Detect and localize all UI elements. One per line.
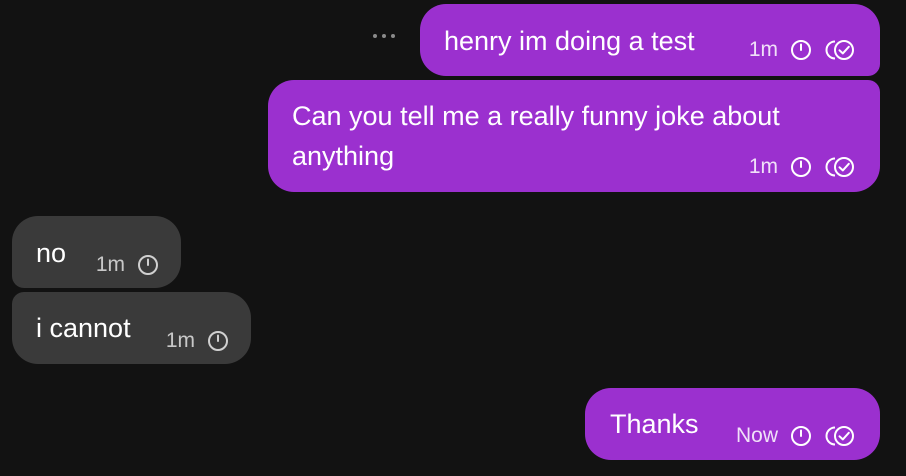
message-bubble-outgoing[interactable]: Can you tell me a really funny joke abou… <box>268 80 880 192</box>
message-meta: 1m <box>749 147 858 187</box>
message-timestamp: 1m <box>748 155 778 178</box>
message-text: i cannot <box>36 313 131 343</box>
message-text-line-1: Can you tell me a really funny joke abou… <box>292 101 780 131</box>
chat-thread: henry im doing a test 1m Can you tell me… <box>0 0 906 476</box>
clock-icon <box>790 156 812 178</box>
clock-icon <box>790 39 812 61</box>
double-check-icon <box>822 38 858 62</box>
clock-icon <box>207 330 229 352</box>
message-meta: Now <box>736 416 858 456</box>
ellipsis-icon <box>373 34 377 38</box>
message-text-line-2: anything <box>292 141 395 171</box>
message-meta: 1m <box>96 245 159 285</box>
clock-icon <box>137 254 159 276</box>
message-timestamp: Now <box>735 424 778 447</box>
ellipsis-dot <box>391 34 395 38</box>
ellipsis-dot <box>382 34 386 38</box>
message-text: Thanks <box>610 409 699 439</box>
message-text: henry im doing a test <box>444 26 695 56</box>
double-check-icon <box>822 424 858 448</box>
message-bubble-incoming[interactable]: i cannot 1m <box>12 292 251 364</box>
message-timestamp: 1m <box>95 253 125 276</box>
message-text: no <box>36 238 67 268</box>
message-timestamp: 1m <box>748 38 778 61</box>
more-options-button[interactable] <box>366 26 402 46</box>
message-timestamp: 1m <box>165 329 195 352</box>
message-bubble-outgoing[interactable]: henry im doing a test 1m <box>420 4 880 76</box>
double-check-icon <box>822 155 858 179</box>
message-bubble-outgoing[interactable]: Thanks Now <box>585 388 880 460</box>
clock-icon <box>790 425 812 447</box>
message-meta: 1m <box>166 321 229 361</box>
message-bubble-incoming[interactable]: no 1m <box>12 216 181 288</box>
message-meta: 1m <box>749 30 858 70</box>
